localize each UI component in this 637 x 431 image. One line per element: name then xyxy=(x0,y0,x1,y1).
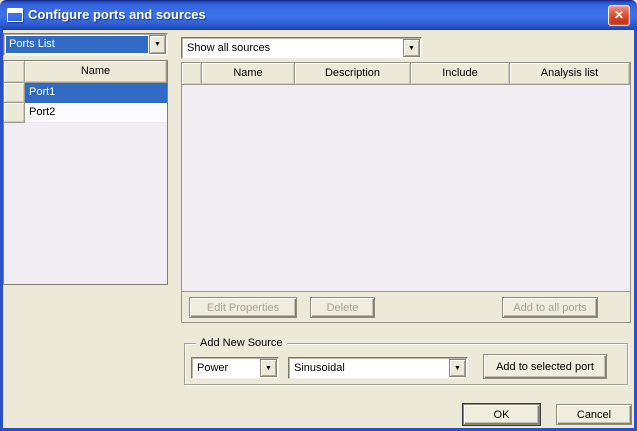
source-type-selector[interactable]: Power ▼ xyxy=(191,357,279,379)
add-new-source-group: Add New Source Power ▼ Sinusoidal ▼ Add … xyxy=(184,343,628,385)
chevron-down-icon[interactable]: ▼ xyxy=(260,359,277,377)
waveform-selector[interactable]: Sinusoidal ▼ xyxy=(288,357,468,379)
sources-table-header-description[interactable]: Description xyxy=(295,63,411,85)
sources-panel: Name Description Include Analysis list E… xyxy=(181,62,631,323)
sources-table-corner-cell xyxy=(182,63,202,85)
ports-table-header-name[interactable]: Name xyxy=(25,61,167,83)
sources-table-header-include[interactable]: Include xyxy=(411,63,510,85)
port-name-cell[interactable]: Port1 xyxy=(25,83,167,103)
chevron-down-icon[interactable]: ▼ xyxy=(449,359,466,377)
window-title: Configure ports and sources xyxy=(28,0,206,30)
ports-list-selector[interactable]: Ports List ▼ xyxy=(3,33,168,56)
ports-table-corner-cell xyxy=(4,61,25,83)
ports-table-header-row: Name xyxy=(4,61,167,83)
table-row-port2[interactable]: Port2 xyxy=(4,103,167,123)
edit-properties-button[interactable]: Edit Properties xyxy=(189,297,297,318)
waveform-selector-value: Sinusoidal xyxy=(291,360,448,376)
sources-table-header-row: Name Description Include Analysis list xyxy=(182,63,630,85)
source-type-selector-value: Power xyxy=(194,360,259,376)
row-header-cell[interactable] xyxy=(4,103,25,123)
ports-list-selector-value: Ports List xyxy=(6,36,148,53)
add-new-source-label: Add New Source xyxy=(196,336,287,350)
window-icon xyxy=(7,8,23,22)
delete-button[interactable]: Delete xyxy=(310,297,375,318)
sources-table-body[interactable] xyxy=(182,85,630,292)
sources-table-header-name[interactable]: Name xyxy=(202,63,295,85)
sources-filter-selector-value: Show all sources xyxy=(184,40,402,56)
ok-button[interactable]: OK xyxy=(463,404,540,425)
add-to-selected-port-button[interactable]: Add to selected port xyxy=(483,354,607,379)
chevron-down-icon[interactable]: ▼ xyxy=(403,39,420,57)
port-name-cell[interactable]: Port2 xyxy=(25,103,167,123)
sources-filter-selector[interactable]: Show all sources ▼ xyxy=(181,37,422,59)
title-bar[interactable]: Configure ports and sources ✕ xyxy=(0,0,637,30)
chevron-down-icon[interactable]: ▼ xyxy=(149,35,166,54)
sources-table-header-analysis-list[interactable]: Analysis list xyxy=(510,63,630,85)
add-to-all-ports-button[interactable]: Add to all ports xyxy=(502,297,598,318)
row-header-cell[interactable] xyxy=(4,83,25,103)
close-icon[interactable]: ✕ xyxy=(608,5,630,26)
dialog-configure-ports-and-sources: { "window": { "title": "Configure ports … xyxy=(0,0,637,431)
ports-table: Name Port1 Port2 xyxy=(3,60,168,285)
table-row-port1[interactable]: Port1 xyxy=(4,83,167,103)
cancel-button[interactable]: Cancel xyxy=(556,404,632,425)
